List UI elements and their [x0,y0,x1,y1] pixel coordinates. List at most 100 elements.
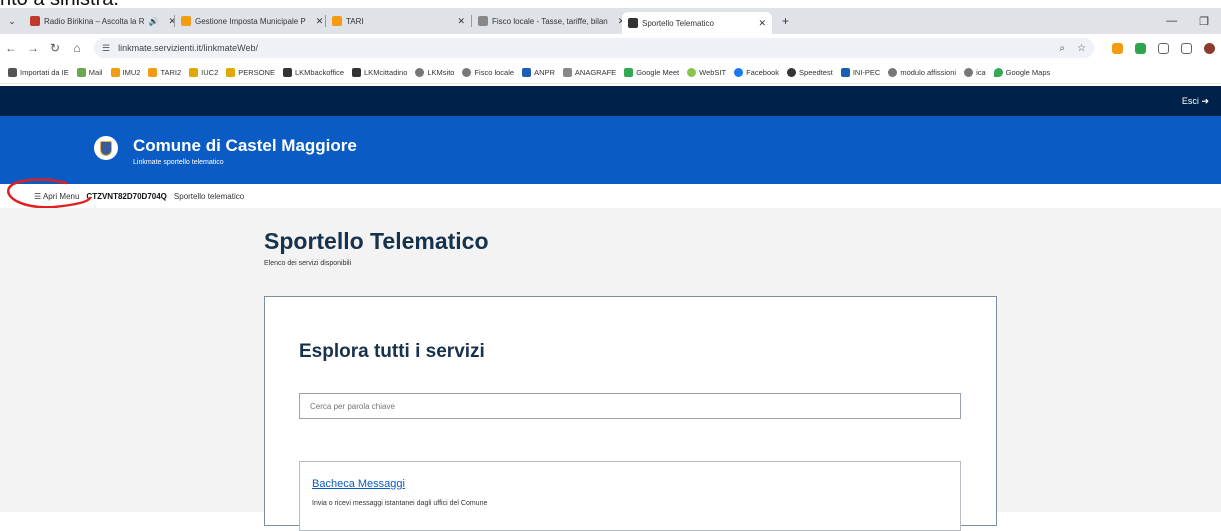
bookmark-label: LKMbackoffice [294,68,345,77]
bookmark-favicon-icon [415,68,425,77]
bookmark-label: TARI2 [160,68,182,77]
bookmark-item[interactable]: Fisco locale [462,68,514,77]
search-input[interactable] [299,393,961,419]
browser-tab[interactable]: Radio Birikina – Ascolta la R 🔊 ✕ [24,11,174,31]
restore-icon[interactable]: ❐ [1199,15,1209,28]
zoom-icon[interactable]: ⌕ [1059,43,1065,54]
bookmark-favicon-icon [226,68,236,77]
mail-icon [76,68,86,77]
bookmark-item[interactable]: TARI2 [148,68,181,77]
map-pin-icon [993,68,1003,77]
service-description: Invia o ricevi messaggi istantanei dagli… [312,500,488,507]
user-code: CTZVNT82D70D704Q [86,191,167,201]
extensions-area [1112,42,1215,54]
speedtest-icon [787,68,797,77]
close-tab-icon[interactable]: ✕ [612,16,622,27]
bookmark-label: Speedtest [799,68,833,77]
anpr-favicon-icon [522,68,532,77]
close-tab-icon[interactable]: ✕ [310,16,324,27]
new-tab-plus-icon[interactable]: + [772,14,799,28]
service-link[interactable]: Bacheca Messaggi [312,478,405,490]
bookmark-item[interactable]: ANAGRAFE [562,68,616,77]
checkmark-extension-icon[interactable] [1135,42,1146,54]
tab-title: Sportello Telematico [642,18,714,28]
bookmark-item[interactable]: Speedtest [787,68,833,77]
bookmark-favicon-icon [964,68,974,77]
profile-avatar-icon[interactable] [1204,42,1215,54]
bookmark-item[interactable]: LKMsito [415,68,454,77]
bookmark-item[interactable]: Facebook [734,68,779,77]
bookmark-label: PERSONE [238,68,275,77]
hamburger-icon: ☰ [34,191,42,201]
speaker-icon[interactable]: 🔊 [149,17,159,26]
omnibox-actions: ⌕ ☆ [1059,43,1086,54]
bookmark-item[interactable]: WebSIT [687,68,726,77]
extension-icon[interactable] [1112,42,1123,54]
bookmark-item[interactable]: Importati da IE [8,68,69,77]
bookmark-label: LKMcittadino [364,68,408,77]
logout-label: Esci [1181,96,1199,106]
site-info-icon[interactable]: ☰ [102,43,110,54]
bookmark-favicon-icon [352,68,362,77]
bookmark-star-icon[interactable]: ☆ [1077,43,1086,54]
bookmark-item[interactable]: IUC2 [189,68,218,77]
home-icon[interactable]: ⌂ [66,41,88,55]
minimize-icon[interactable]: — [1166,15,1177,28]
caption-text: nto a sinistra. [0,0,119,10]
bookmark-item[interactable]: Google Meet [624,68,679,77]
bookmark-item[interactable]: IMU2 [110,68,141,77]
bookmark-label: IMU2 [122,68,141,77]
bookmark-label: LKMsito [427,68,455,77]
bookmark-label: IUC2 [201,68,219,77]
page-title: Sportello Telematico [264,228,489,254]
site-header: Comune di Castel Maggiore Linkmate sport… [0,116,1221,184]
browser-tab[interactable]: TARI ✕ [326,11,471,31]
tab-title: Radio Birikina – Ascolta la R [44,16,145,26]
bookmarks-bar: Importati da IE Mail IMU2 TARI2 IUC2 PER… [0,62,1221,84]
reading-list-icon[interactable] [1181,42,1192,54]
bookmark-item[interactable]: ica [964,68,986,77]
tab-search-chevron-icon[interactable]: ⌄ [0,16,24,27]
address-url[interactable]: linkmate.servizienti.it/linkmateWeb/ [118,43,258,53]
bookmark-label: modulo affissioni [900,68,957,77]
globe-icon [687,68,697,77]
site-top-bar: Esci ➜ [0,86,1221,116]
bookmark-item[interactable]: ANPR [522,68,555,77]
bookmark-item[interactable]: LKMcittadino [352,68,407,77]
close-tab-icon[interactable]: ✕ [451,16,465,27]
facebook-icon [734,68,744,77]
reload-icon[interactable]: ↻ [44,41,66,55]
bookmark-favicon-icon [462,68,472,77]
main-content: Sportello Telematico Elenco dei servizi … [0,208,1221,531]
close-tab-icon[interactable]: ✕ [752,18,766,29]
bookmark-item[interactable]: INI-PEC [840,68,880,77]
browser-tab[interactable]: Gestione Imposta Municipale P ✕ [175,11,325,31]
browser-tab[interactable]: Fisco locale - Tasse, tariffe, bilan ✕ [472,11,622,31]
bookmark-item[interactable]: modulo affissioni [888,68,956,77]
back-arrow-icon[interactable]: ← [0,41,22,55]
org-name[interactable]: Comune di Castel Maggiore [133,136,357,156]
bookmark-item[interactable]: Mail [76,68,103,77]
tab-title: TARI [346,16,364,26]
logout-button[interactable]: Esci ➜ [1182,96,1209,107]
bookmark-item[interactable]: PERSONE [226,68,275,77]
tax-favicon-icon [181,16,191,26]
service-card[interactable]: Bacheca Messaggi Invia o ricevi messaggi… [299,461,961,531]
puzzle-extensions-icon[interactable] [1158,42,1169,54]
breadcrumb-current: Sportello telematico [173,191,245,201]
address-bar[interactable]: ☰ linkmate.servizienti.it/linkmateWeb/ ⌕… [94,38,1094,58]
bookmark-label: ica [976,68,986,77]
forward-arrow-icon[interactable]: → [22,41,44,55]
open-menu-button[interactable]: ☰ Apri Menu [34,192,79,201]
bookmark-label: Google Meet [636,68,680,77]
bookmark-item[interactable]: LKMbackoffice [282,68,345,77]
bookmark-label: WebSIT [699,68,727,77]
address-toolbar: ← → ↻ ⌂ ☰ linkmate.servizienti.it/linkma… [0,34,1221,62]
menu-label: Apri Menu [42,191,80,201]
bookmark-favicon-icon [888,68,898,77]
bookmark-label: Fisco locale [474,68,515,77]
browser-tab-active[interactable]: Sportello Telematico ✕ [622,12,772,34]
bookmark-favicon-icon [148,68,158,77]
close-tab-icon[interactable]: ✕ [162,16,174,27]
bookmark-item[interactable]: Google Maps [993,68,1050,77]
